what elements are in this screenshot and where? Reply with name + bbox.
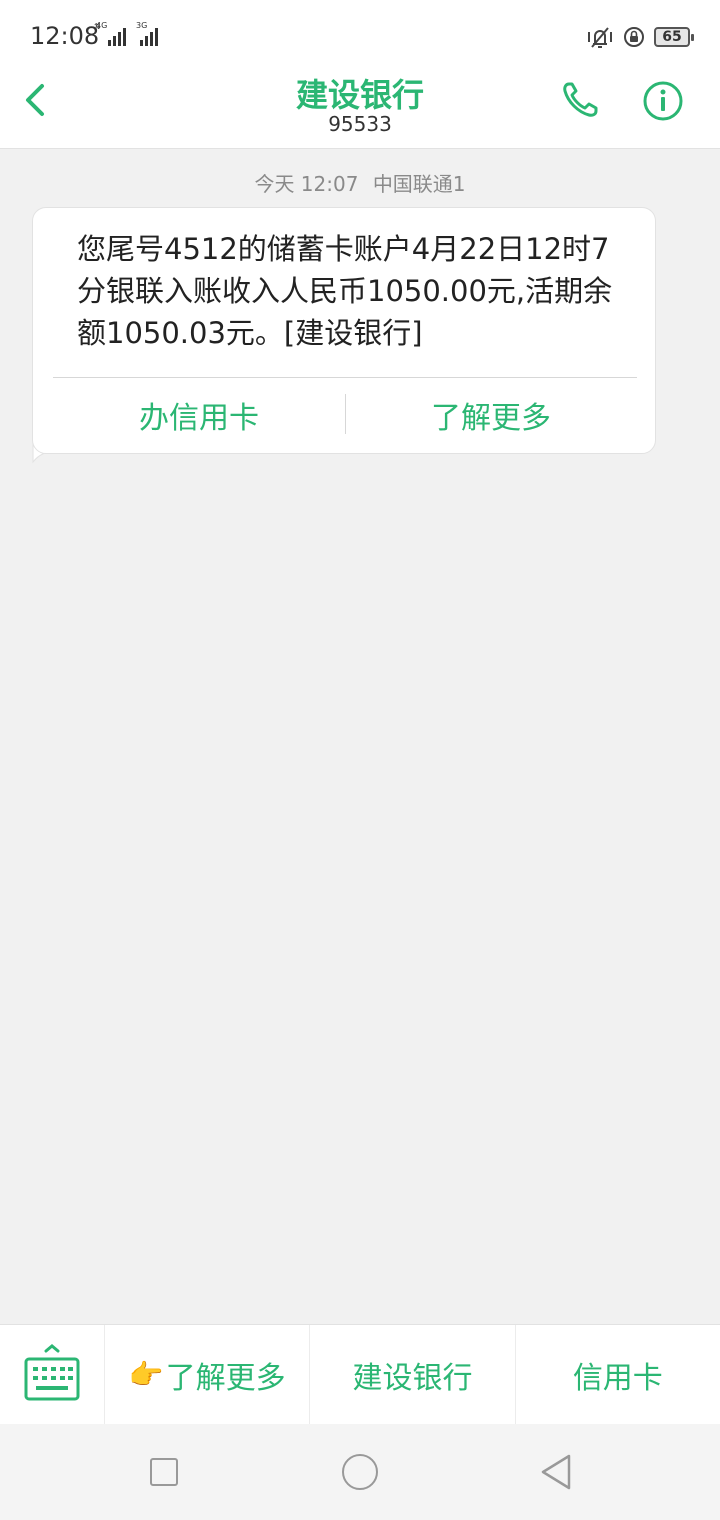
signal-3g-icon: 3G [136,22,166,48]
vibrate-icon [588,27,612,48]
bottom-menu: 👉 了解更多 建设银行 信用卡 [0,1324,720,1424]
keyboard-icon [24,1344,80,1401]
rotation-lock-icon [624,27,644,47]
phone-icon[interactable] [560,80,600,120]
signal-bars-icon [108,28,126,46]
status-icons: 65 [586,24,694,50]
menu-credit-card[interactable]: 信用卡 [516,1325,720,1424]
menu-learn-more-label: 了解更多 [165,1360,286,1396]
sim-label: 中国联通1 [372,172,466,196]
keyboard-toggle-button[interactable] [0,1325,105,1424]
contact-number: 95533 [328,112,392,136]
signal-4g-icon: 4G ⇅ [94,22,136,48]
data-arrows-icon: ⇅ [94,22,101,31]
timestamp-text: 今天 12:07 [254,172,359,196]
signal-bars-icon [140,28,158,46]
info-icon[interactable] [642,80,684,122]
conversation-header: 建设银行 95533 [0,72,720,149]
message-divider [53,377,637,378]
circle-icon[interactable] [342,1454,378,1490]
apply-credit-card-button[interactable]: 办信用卡 [53,380,345,450]
learn-more-button[interactable]: 了解更多 [345,380,637,450]
battery-icon: 65 [654,27,694,47]
message-timestamp: 今天 12:07 中国联通1 [0,168,720,197]
message-bubble[interactable]: 您尾号4512的储蓄卡账户4月22日12时7分银联入账收入人民币1050.00元… [32,207,656,454]
battery-level: 65 [662,29,682,45]
status-time: 12:08 [30,22,100,50]
status-bar: 12:08 4G ⇅ 3G 65 [0,0,720,72]
contact-name: 建设银行 [295,76,424,114]
message-text: 您尾号4512的储蓄卡账户4月22日12时7分银联入账收入人民币1050.00元… [77,232,613,350]
pointing-hand-icon: 👉 [128,1358,164,1391]
menu-learn-more[interactable]: 👉 了解更多 [105,1325,311,1424]
square-icon[interactable] [150,1458,178,1486]
menu-ccb[interactable]: 建设银行 [310,1325,516,1424]
triangle-back-icon[interactable] [539,1453,573,1491]
navigation-bar [0,1424,720,1520]
